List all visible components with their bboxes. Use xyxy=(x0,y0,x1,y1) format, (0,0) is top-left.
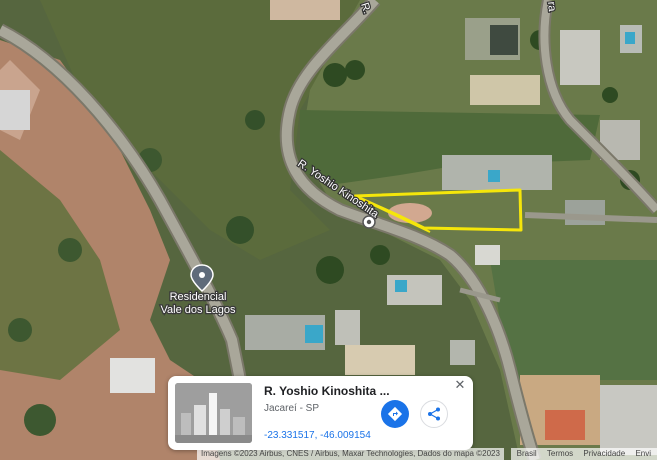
footer-link-terms[interactable]: Termos xyxy=(547,449,573,458)
building-roof xyxy=(490,25,518,55)
building-lot xyxy=(0,90,30,130)
building-lot xyxy=(345,345,415,375)
place-info-card[interactable]: R. Yoshio Kinoshita ... Jacareí - SP -23… xyxy=(168,376,473,450)
footer-links: Brasil Termos Privacidade Envi xyxy=(510,448,657,460)
place-subtitle: Jacareí - SP xyxy=(264,403,320,414)
directions-icon xyxy=(387,406,403,422)
footer-link-feedback[interactable]: Envi xyxy=(635,449,651,458)
building-roof xyxy=(545,410,585,440)
tree xyxy=(245,110,265,130)
tree xyxy=(316,256,344,284)
tree xyxy=(226,216,254,244)
building-lot xyxy=(335,310,360,345)
place-coordinates[interactable]: -23.331517, -46.009154 xyxy=(264,430,371,441)
pool xyxy=(625,32,635,44)
tree xyxy=(345,60,365,80)
footer-link-privacy[interactable]: Privacidade xyxy=(583,449,625,458)
tree xyxy=(323,63,347,87)
directions-button[interactable] xyxy=(381,400,409,428)
tree xyxy=(8,318,32,342)
tree xyxy=(24,404,56,436)
share-icon xyxy=(428,407,440,421)
building-lot xyxy=(270,0,340,20)
building-lot xyxy=(450,340,475,365)
pool xyxy=(395,280,407,292)
building-lot xyxy=(110,358,155,393)
building-lot xyxy=(560,30,600,85)
share-button[interactable] xyxy=(420,400,448,428)
tree xyxy=(58,238,82,262)
tree xyxy=(602,87,618,103)
building-lot xyxy=(470,75,540,105)
close-button[interactable]: ✕ xyxy=(453,378,467,392)
close-icon: ✕ xyxy=(454,377,466,392)
street-view-thumbnail[interactable] xyxy=(175,383,252,443)
poi-label-line2: Vale dos Lagos xyxy=(160,304,236,316)
poi-label-line1: Residencial xyxy=(170,291,227,303)
city-skyline-icon xyxy=(175,383,252,443)
building-lot xyxy=(600,385,657,455)
place-title: R. Yoshio Kinoshita ... xyxy=(264,384,390,398)
tree xyxy=(370,245,390,265)
road-location-pin-icon[interactable] xyxy=(362,215,376,229)
pool xyxy=(488,170,500,182)
pool xyxy=(305,325,323,343)
map-attribution: Imagens ©2023 Airbus, CNES / Airbus, Max… xyxy=(197,448,504,460)
building-lot xyxy=(475,245,500,265)
building-lot xyxy=(565,200,605,225)
footer-link-country[interactable]: Brasil xyxy=(517,449,537,458)
